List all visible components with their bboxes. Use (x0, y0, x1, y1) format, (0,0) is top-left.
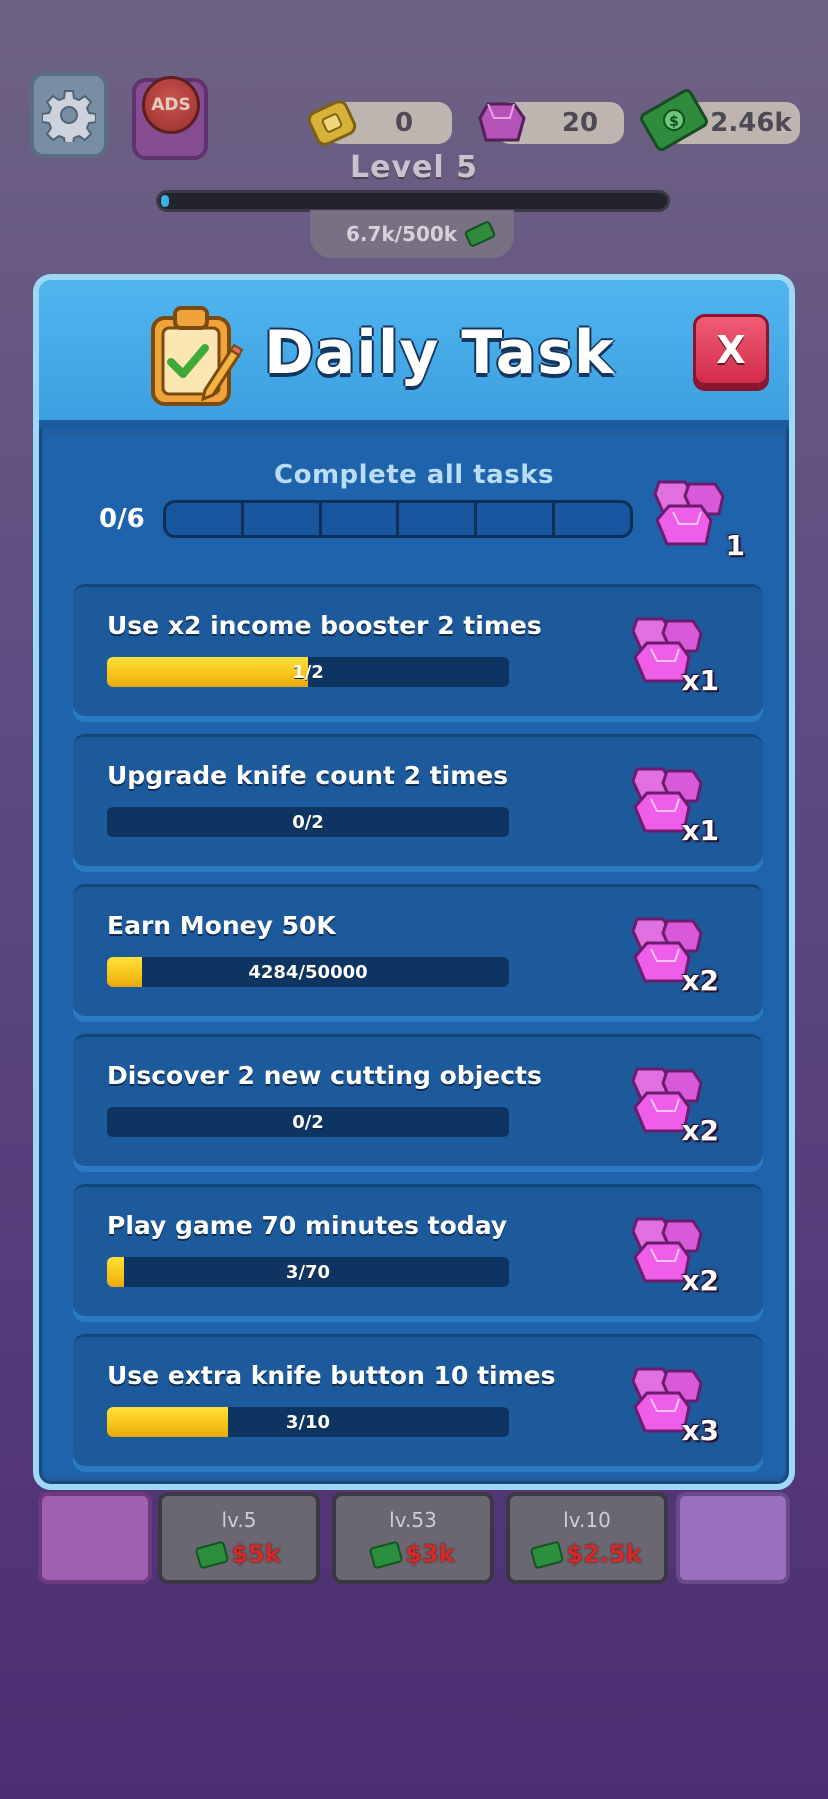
task-card: Use extra knife button 10 times 3/10 x3 (73, 1334, 763, 1466)
overall-progress-bar (163, 500, 633, 538)
overall-progress-segment (322, 503, 400, 535)
task-reward-mult: x3 (681, 1414, 719, 1447)
task-card: Earn Money 50K 4284/50000 x2 (73, 884, 763, 1016)
modal-title: Daily Task (264, 318, 615, 388)
overall-count: 0/6 (99, 504, 145, 534)
task-title: Discover 2 new cutting objects (107, 1061, 542, 1090)
modal-body: Complete all tasks 0/6 1 Use x2 income b… (43, 436, 785, 1476)
task-progress-text: 1/2 (292, 661, 324, 683)
level-label: Level 5 (350, 150, 478, 185)
cash-icon (464, 221, 496, 247)
close-icon: X (716, 328, 746, 372)
task-progress-text: 3/10 (285, 1411, 331, 1433)
overall-progress-segment (166, 503, 244, 535)
gear-icon (42, 90, 96, 142)
daily-task-modal: Daily Task X Complete all tasks 0/6 1 Us… (33, 274, 795, 1490)
xp-counter: 6.7k/500k (310, 210, 514, 258)
ads-button[interactable]: ADS (132, 76, 208, 160)
task-card: Discover 2 new cutting objects 0/2 x2 (73, 1034, 763, 1166)
task-progress-bar: 0/2 (107, 1107, 509, 1137)
shop-slot-price: $5k (162, 1540, 316, 1570)
ads-badge: ADS (142, 76, 200, 134)
task-progress-bar: 4284/50000 (107, 957, 509, 987)
gem-count: 20 (561, 108, 599, 138)
overall-progress-segment (244, 503, 322, 535)
ticket-count: 0 (394, 108, 414, 138)
task-progress-bar: 1/2 (107, 657, 509, 687)
task-reward: x1 (623, 759, 723, 849)
ticket-icon (307, 100, 357, 146)
task-reward: x2 (623, 1209, 723, 1299)
gem-icon (478, 102, 526, 142)
task-progress-text: 4284/50000 (248, 961, 368, 983)
overall-progress-segment (399, 503, 478, 535)
task-title: Use x2 income booster 2 times (107, 611, 542, 640)
task-progress-bar: 3/70 (107, 1257, 509, 1287)
cash-icon (194, 1540, 230, 1570)
task-title: Use extra knife button 10 times (107, 1361, 556, 1390)
overall-progress-segment (555, 503, 630, 535)
task-progress-text: 0/2 (292, 811, 324, 833)
level-progress-fill (161, 195, 169, 207)
cash-icon: $ (640, 89, 708, 151)
overall-reward: 1 (645, 472, 745, 562)
overall-progress-segment (477, 503, 556, 535)
task-reward: x1 (623, 609, 723, 699)
task-progress-bar: 0/2 (107, 807, 509, 837)
task-reward: x3 (623, 1359, 723, 1449)
task-reward-mult: x2 (681, 1114, 719, 1147)
xp-text: 6.7k/500k (346, 222, 458, 246)
task-title: Play game 70 minutes today (107, 1211, 508, 1240)
shop-slot-price: $2.5k (510, 1540, 664, 1570)
shop-slot-level: lv.5 (221, 1508, 257, 1532)
overall-reward-mult: 1 (725, 529, 745, 562)
task-title: Upgrade knife count 2 times (107, 761, 509, 790)
clipboard-icon (151, 306, 244, 406)
shop-slot-left[interactable] (38, 1492, 152, 1584)
task-progress-text: 3/70 (285, 1261, 331, 1283)
task-progress-text: 0/2 (292, 1111, 324, 1133)
task-card: Upgrade knife count 2 times 0/2 x1 (73, 734, 763, 866)
cash-icon (368, 1540, 404, 1570)
svg-text:$: $ (669, 114, 679, 130)
task-reward-mult: x1 (681, 664, 719, 697)
level-progress-bar (156, 190, 670, 212)
settings-button[interactable] (30, 72, 108, 158)
top-hud: ADS 0 20 2.46k $ Level 5 6.7k/500k (0, 0, 828, 270)
task-reward-mult: x1 (681, 814, 719, 847)
shop-slot-2[interactable]: lv.53 $3k (332, 1492, 494, 1584)
task-reward: x2 (623, 909, 723, 999)
task-card: Use x2 income booster 2 times 1/2 x1 (73, 584, 763, 716)
shop-slot-level: lv.10 (563, 1508, 611, 1532)
task-reward-mult: x2 (681, 964, 719, 997)
task-title: Earn Money 50K (107, 911, 336, 940)
task-card: Play game 70 minutes today 3/70 x2 (73, 1184, 763, 1316)
shop-slot-price: $3k (336, 1540, 490, 1570)
cash-icon (530, 1540, 565, 1570)
shop-slot-3[interactable]: lv.10 $2.5k (506, 1492, 668, 1584)
task-reward-mult: x2 (681, 1264, 719, 1297)
modal-header: Daily Task X (39, 280, 789, 428)
task-reward: x2 (623, 1059, 723, 1149)
close-button[interactable]: X (693, 314, 769, 386)
shop-slot-right[interactable] (676, 1492, 790, 1584)
shop-slot-1[interactable]: lv.5 $5k (158, 1492, 320, 1584)
shop-slot-level: lv.53 (389, 1508, 437, 1532)
task-progress-bar: 3/10 (107, 1407, 509, 1437)
